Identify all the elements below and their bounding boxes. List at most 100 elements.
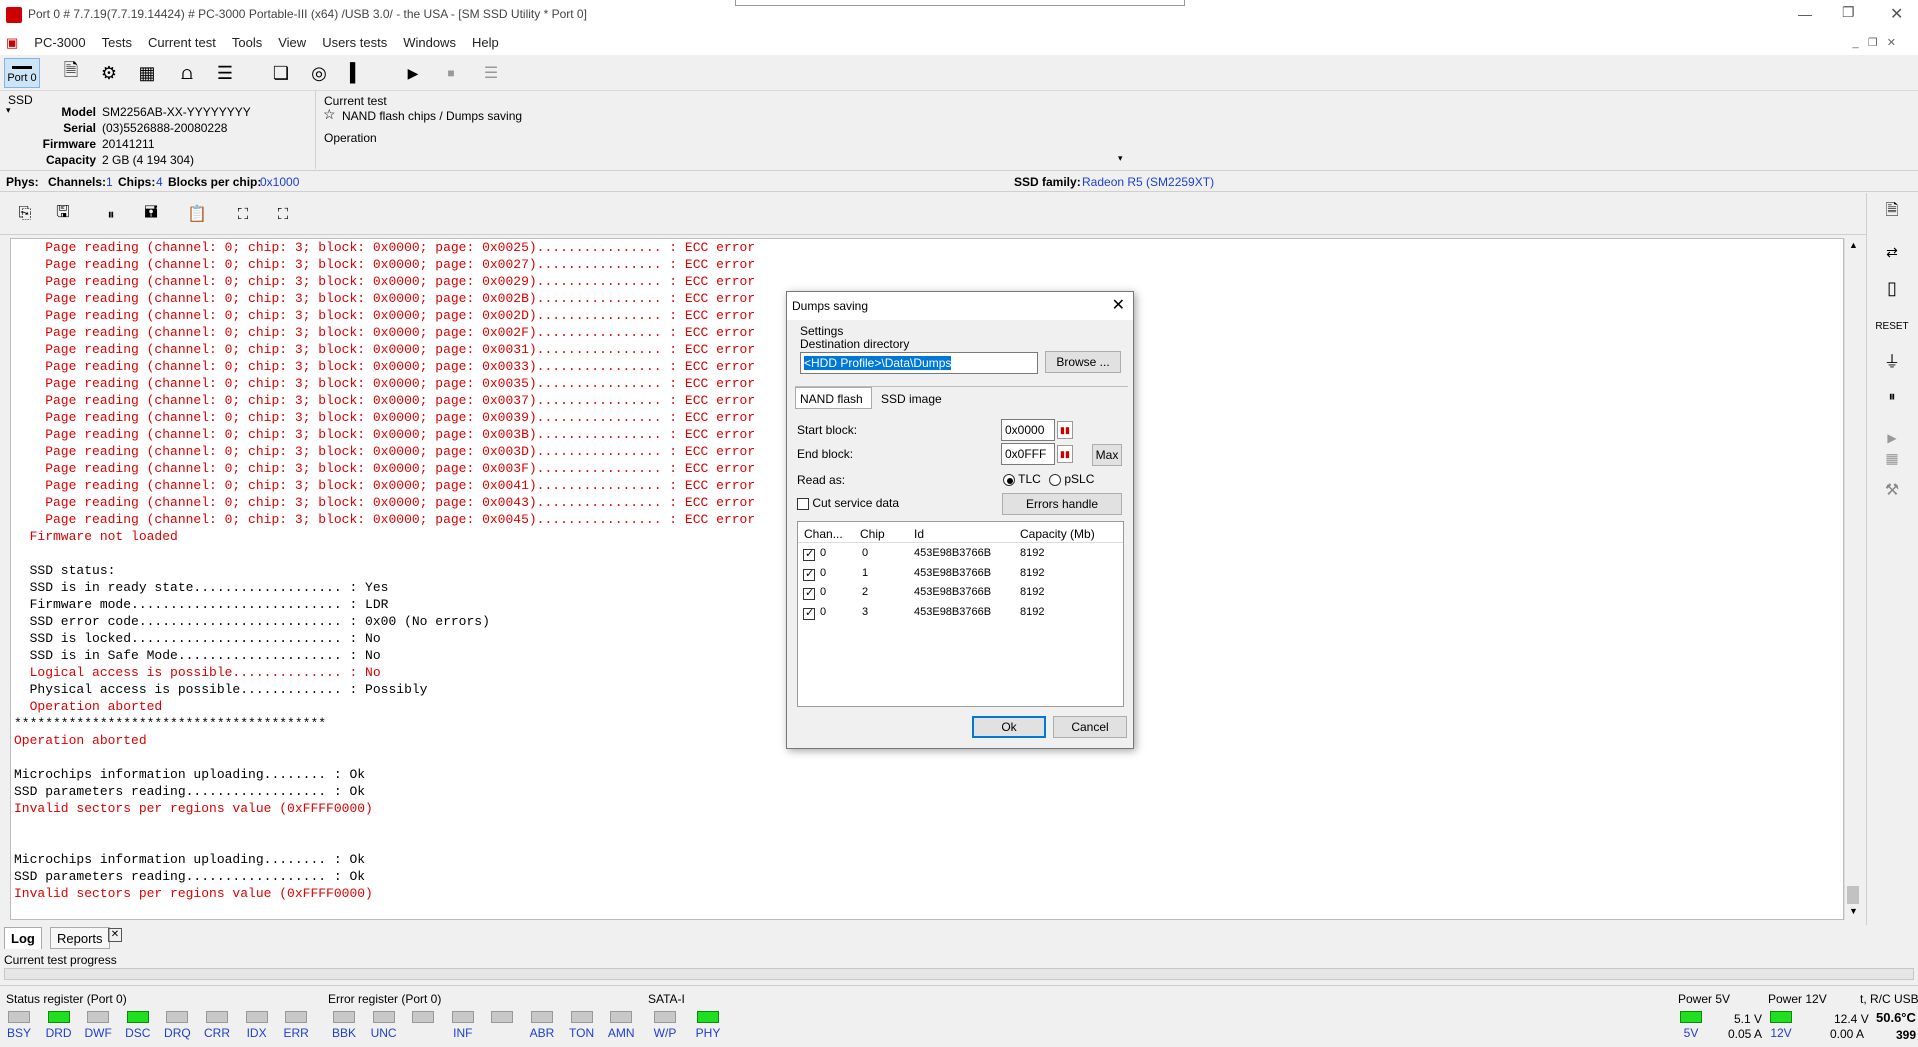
pause-icon[interactable]: ⏸ <box>96 199 126 229</box>
errors-handle-button[interactable]: Errors handle <box>1002 493 1122 515</box>
temp-count: 399 <box>1896 1028 1917 1042</box>
dialog-title-bar: Dumps saving ✕ <box>787 292 1133 320</box>
close-icon[interactable]: ✕ <box>1890 4 1903 24</box>
power-5v-led <box>1680 1011 1702 1023</box>
column-capacity[interactable]: Capacity (Mb) <box>1020 527 1095 541</box>
table-row[interactable]: 0 3 453E98B3766B 8192 <box>798 603 1125 622</box>
pslc-radio[interactable]: pSLC <box>1049 472 1094 486</box>
tools-icon[interactable]: ⚒ <box>1877 475 1907 505</box>
tab-log[interactable]: Log <box>4 927 42 949</box>
mdi-controls-icon[interactable]: _ ❐ ✕ <box>1844 36 1904 49</box>
ok-button[interactable]: Ok <box>972 716 1046 738</box>
pause-side-icon[interactable]: ⏸ <box>1877 381 1907 411</box>
scroll-up-icon[interactable]: ▲ <box>1849 240 1858 250</box>
save-dump-icon[interactable]: 🖬 <box>136 199 166 229</box>
windows-icon[interactable]: ❏ <box>266 58 296 88</box>
port-switch-icon[interactable]: ⇄ <box>1877 237 1907 267</box>
star-icon[interactable]: ☆ <box>323 106 336 123</box>
save-icon[interactable]: 🖫 <box>48 199 78 229</box>
dialog-close-icon[interactable]: ✕ <box>1112 295 1125 315</box>
find-next-icon[interactable]: ⛶ <box>268 199 298 229</box>
cell-channel: 0 <box>820 566 827 579</box>
column-id[interactable]: Id <box>914 527 924 541</box>
device-icon[interactable]: ▯ <box>1877 273 1907 303</box>
scroll-down-icon[interactable]: ▼ <box>1849 906 1858 916</box>
error-flag-label: UNC <box>370 1026 397 1040</box>
tab-nand-flash[interactable]: NAND flash <box>795 387 872 409</box>
minimize-icon[interactable]: — <box>1798 6 1812 22</box>
chart-icon[interactable]: ⩍ <box>172 58 202 88</box>
cell-capacity: 8192 <box>1020 566 1045 579</box>
scroll-thumb[interactable] <box>1847 886 1859 904</box>
log-line: Microchips information uploading........… <box>14 767 366 782</box>
power-12v-volt: 12.4 V <box>1834 1012 1869 1026</box>
log-toolbar: ⎘ 🖫 ⏸ 🖬 📋 ⛶ ⛶ <box>0 193 1866 235</box>
id-panel-icon[interactable]: 🗎 <box>1877 197 1907 227</box>
end-block-spin-icon[interactable]: ▮▮ <box>1057 445 1073 463</box>
power-12v-label: 12V <box>1770 1026 1792 1040</box>
checkbox-checked-icon <box>803 606 815 620</box>
menu-users-tests[interactable]: Users tests <box>314 35 395 50</box>
find-icon[interactable]: ⛶ <box>228 199 258 229</box>
cut-service-checkbox[interactable]: Cut service data <box>797 496 899 510</box>
table-row[interactable]: 0 2 453E98B3766B 8192 <box>798 583 1125 602</box>
port-icon: ▬▬ <box>12 61 32 72</box>
menu-tests[interactable]: Tests <box>94 35 140 50</box>
column-channel[interactable]: Chan... <box>804 527 843 541</box>
operation-expand-icon[interactable]: ▾ <box>1118 153 1123 164</box>
table-row[interactable]: 0 0 453E98B3766B 8192 <box>798 544 1125 563</box>
column-chip[interactable]: Chip <box>860 527 885 541</box>
stop-icon[interactable]: ■ <box>436 58 466 88</box>
error-flag-label: AMN <box>607 1026 635 1040</box>
power-5v-volt: 5.1 V <box>1734 1012 1763 1026</box>
status-flag-label: DWF <box>84 1026 112 1040</box>
reset-icon[interactable]: RESET <box>1875 311 1908 341</box>
chip-table[interactable]: Chan... Chip Id Capacity (Mb) 0 0 453E98B3… <box>797 521 1124 707</box>
disk-icon[interactable]: ◎ <box>304 58 334 88</box>
log-scrollbar[interactable]: ▲ ▼ <box>1844 238 1862 920</box>
current-test-name: NAND flash chips / Dumps saving <box>342 109 523 123</box>
menu-current-test[interactable]: Current test <box>140 35 224 50</box>
memory-chip-icon[interactable]: ▦ <box>132 58 162 88</box>
log-line: Microchips information uploading........… <box>14 852 366 867</box>
list-icon[interactable]: ☰ <box>210 58 240 88</box>
menu-pc3000[interactable]: PC-3000 <box>26 35 93 50</box>
start-block-input[interactable]: 0x0000 <box>1001 419 1055 441</box>
start-block-spin-icon[interactable]: ▮▮ <box>1057 421 1073 439</box>
chip-side-icon[interactable]: ▦ <box>1877 443 1907 473</box>
max-button[interactable]: Max <box>1092 444 1122 466</box>
port-button[interactable]: ▬▬ Port 0 <box>4 58 40 88</box>
tlc-radio[interactable]: TLC <box>1003 472 1041 486</box>
menu-view[interactable]: View <box>270 35 314 50</box>
log-icon[interactable]: ☰ <box>476 58 506 88</box>
destination-input[interactable]: <HDD Profile>\Data\Dumps <box>800 352 1038 374</box>
cancel-button[interactable]: Cancel <box>1053 716 1127 738</box>
play-icon[interactable]: ▶ <box>398 58 428 88</box>
tab-reports[interactable]: Reports <box>50 927 110 949</box>
load-icon[interactable]: ⎘ <box>10 199 40 229</box>
tab-ssd-image[interactable]: SSD image <box>881 392 942 406</box>
power-12v-led <box>1770 1011 1792 1023</box>
menu-tools[interactable]: Tools <box>224 35 270 50</box>
drive-id-icon[interactable]: 🗎 <box>56 58 86 88</box>
menu-help[interactable]: Help <box>464 35 507 50</box>
ssd-model-row: Model SM2256AB-XX-YYYYYYYY <box>61 105 251 119</box>
power-5v-amp: 0.05 A <box>1728 1027 1763 1041</box>
cut-service-checkbox-icon <box>797 497 809 510</box>
status-flag-label: DRQ <box>164 1026 191 1040</box>
status-led-drd <box>47 1011 70 1023</box>
restore-icon[interactable]: ❐ <box>1842 4 1855 21</box>
test-icon[interactable]: ▍ <box>342 58 372 88</box>
clipboard-icon[interactable]: 📋 <box>182 199 212 229</box>
browse-button[interactable]: Browse ... <box>1045 351 1121 373</box>
close-reports-icon[interactable]: ✕ <box>108 928 122 942</box>
cell-id: 453E98B3766B <box>914 547 992 559</box>
end-block-input[interactable]: 0x0FFF <box>1001 443 1055 465</box>
gear-icon[interactable]: ⚙ <box>94 58 124 88</box>
operation-label: Operation <box>324 131 377 145</box>
status-led-dsc <box>126 1011 149 1023</box>
table-row[interactable]: 0 1 453E98B3766B 8192 <box>798 564 1125 583</box>
error-led <box>372 1011 395 1023</box>
menu-windows[interactable]: Windows <box>395 35 464 50</box>
power-icon[interactable]: ⏚ <box>1877 345 1907 375</box>
